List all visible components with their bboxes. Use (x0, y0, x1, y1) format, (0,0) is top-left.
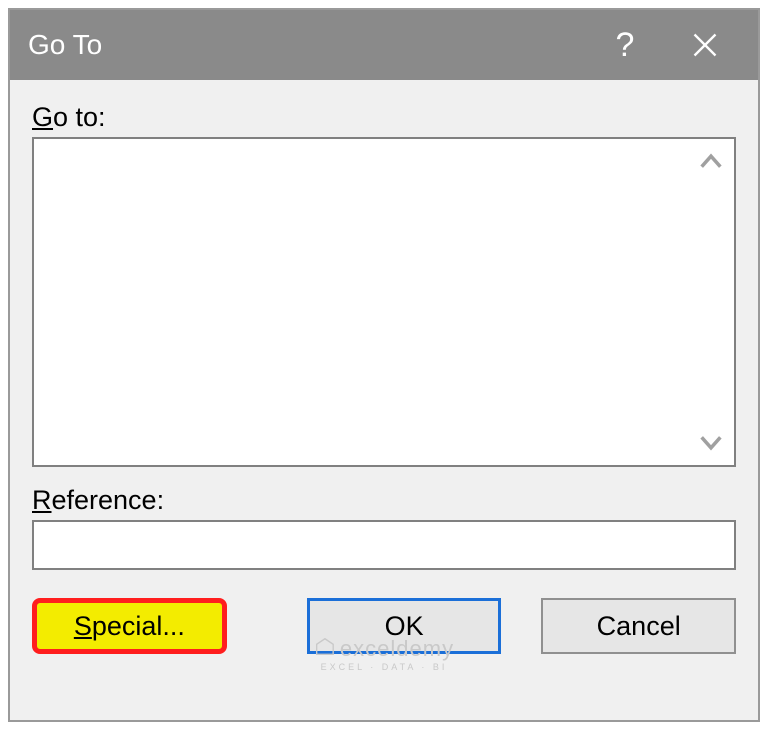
close-button[interactable] (660, 10, 750, 80)
help-button[interactable]: ? (590, 10, 660, 80)
dialog-title: Go To (28, 29, 590, 61)
goto-label: Go to: (32, 102, 736, 133)
button-row: Special... OK Cancel (32, 598, 736, 654)
scroll-down-icon[interactable] (696, 427, 726, 457)
cancel-button[interactable]: Cancel (541, 598, 736, 654)
titlebar: Go To ? (10, 10, 758, 80)
reference-label: Reference: (32, 485, 736, 516)
scroll-up-icon[interactable] (696, 147, 726, 177)
special-button[interactable]: Special... (32, 598, 227, 654)
close-icon (691, 31, 719, 59)
dialog-content: Go to: Reference: Special... OK Cancel (10, 80, 758, 720)
goto-listbox[interactable] (32, 137, 736, 467)
reference-input[interactable] (32, 520, 736, 570)
ok-button[interactable]: OK (307, 598, 502, 654)
goto-dialog: Go To ? Go to: Reference: Spe (8, 8, 760, 722)
